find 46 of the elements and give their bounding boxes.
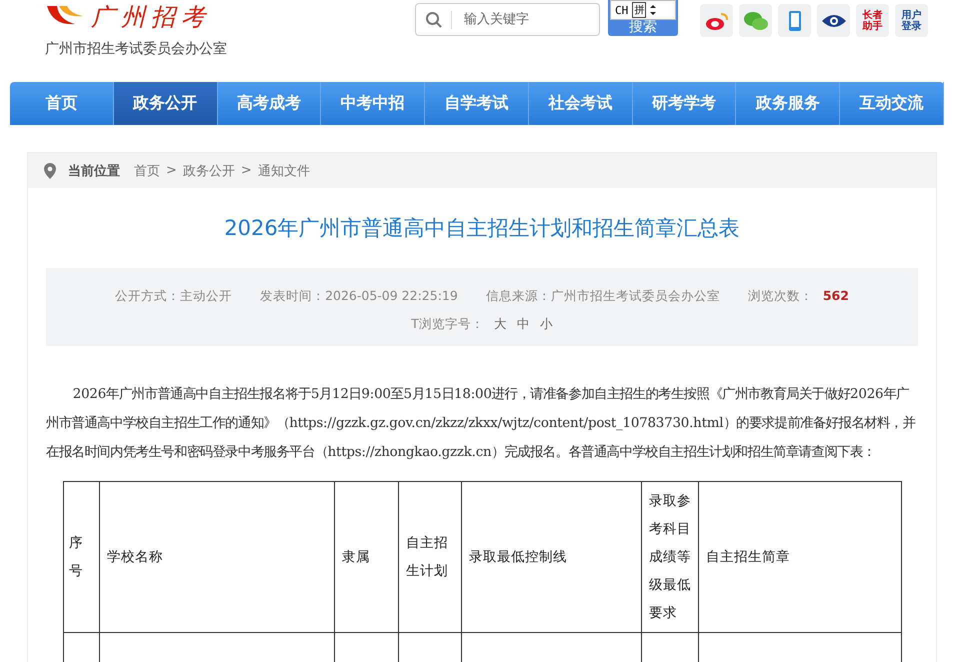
- breadcrumb-separator: >: [240, 163, 252, 178]
- nav-tab[interactable]: 研考学考: [632, 82, 736, 125]
- location-pin-icon: [44, 162, 56, 178]
- article-title: 2026年广州市普通高中自主招生计划和招生简章汇总表: [223, 215, 741, 242]
- column-header: 录取参考科目成绩等级最低要求: [649, 493, 691, 621]
- nav-tab[interactable]: 高考成考: [218, 82, 322, 125]
- font-size-option[interactable]: 小: [540, 316, 553, 332]
- meta-item: 公开方式：主动公开: [115, 288, 232, 304]
- chat-bubbles-icon: [742, 10, 768, 30]
- meta-item: 浏览次数： 562: [748, 288, 849, 304]
- updown-icon: [650, 4, 656, 16]
- ime-layout: 拼: [632, 2, 646, 18]
- organization-name: 广州市招生考试委员会办公室: [45, 40, 228, 58]
- tool-button[interactable]: 长者助手: [856, 4, 889, 37]
- logo-text: 广州招考: [91, 2, 211, 33]
- breadcrumb-label: 当前位置: [68, 162, 120, 180]
- nav-tab[interactable]: 互动交流: [840, 82, 944, 125]
- column-header: 录取最低控制线: [469, 549, 567, 565]
- nav-tab[interactable]: 政务公开: [114, 82, 218, 125]
- phone-icon: [788, 10, 802, 32]
- nav-tab[interactable]: 自学考试: [425, 82, 529, 125]
- eye-button[interactable]: [817, 4, 850, 37]
- font-size-option[interactable]: 中: [516, 316, 530, 332]
- nav-tab[interactable]: 政务服务: [736, 82, 840, 125]
- ime-mode: CH: [615, 4, 628, 16]
- font-size-label: T浏览字号：: [411, 316, 484, 332]
- search-icon: [425, 11, 443, 29]
- font-size-option[interactable]: 大: [494, 316, 507, 332]
- eye-icon: [820, 12, 846, 28]
- breadcrumb-link[interactable]: 首页: [134, 162, 160, 180]
- mobile-button[interactable]: [778, 4, 811, 37]
- column-header: 序号: [69, 535, 83, 579]
- column-header: 自主招生简章: [706, 549, 790, 565]
- nav-tab[interactable]: 中考中招: [321, 82, 426, 125]
- meta-item: 发表时间：2026-05-09 22:25:19: [260, 288, 458, 304]
- meta-item: 信息来源：广州市招生考试委员会办公室: [486, 288, 720, 304]
- breadcrumb-link[interactable]: 政务公开: [182, 162, 235, 180]
- nav-tab[interactable]: 社会考试: [528, 82, 633, 125]
- article-paragraph: 2026年广州市普通高中自主招生报名将于5月12日9:00至5月15日18:00进行，请准备参加自主招生的考生按照《广州市教育局关于做好2026年广州市普通高中学校自主招生工作的通知》（https://gzzk.gz.gov.cn/zkzz/zkxx/wjtz/content/post_10783730.html）的要求提前准备好报名材料，并在报名时间内凭考生号和密码登录中考服务平台（https://zhongkao.gzzk.cn）完成报名。各普通高中学校自主招生计划和招生简章请查阅下表：: [46, 386, 916, 462]
- search-field[interactable]: 输入关键字: [415, 3, 600, 36]
- column-header: 学校名称: [107, 549, 163, 565]
- column-header: 自主招生计划: [406, 535, 448, 579]
- breadcrumb-link[interactable]: 通知文件: [258, 162, 310, 180]
- tool-button[interactable]: 用户登录: [895, 4, 928, 37]
- breadcrumb-separator: >: [166, 163, 177, 178]
- column-header: 隶属: [342, 549, 370, 565]
